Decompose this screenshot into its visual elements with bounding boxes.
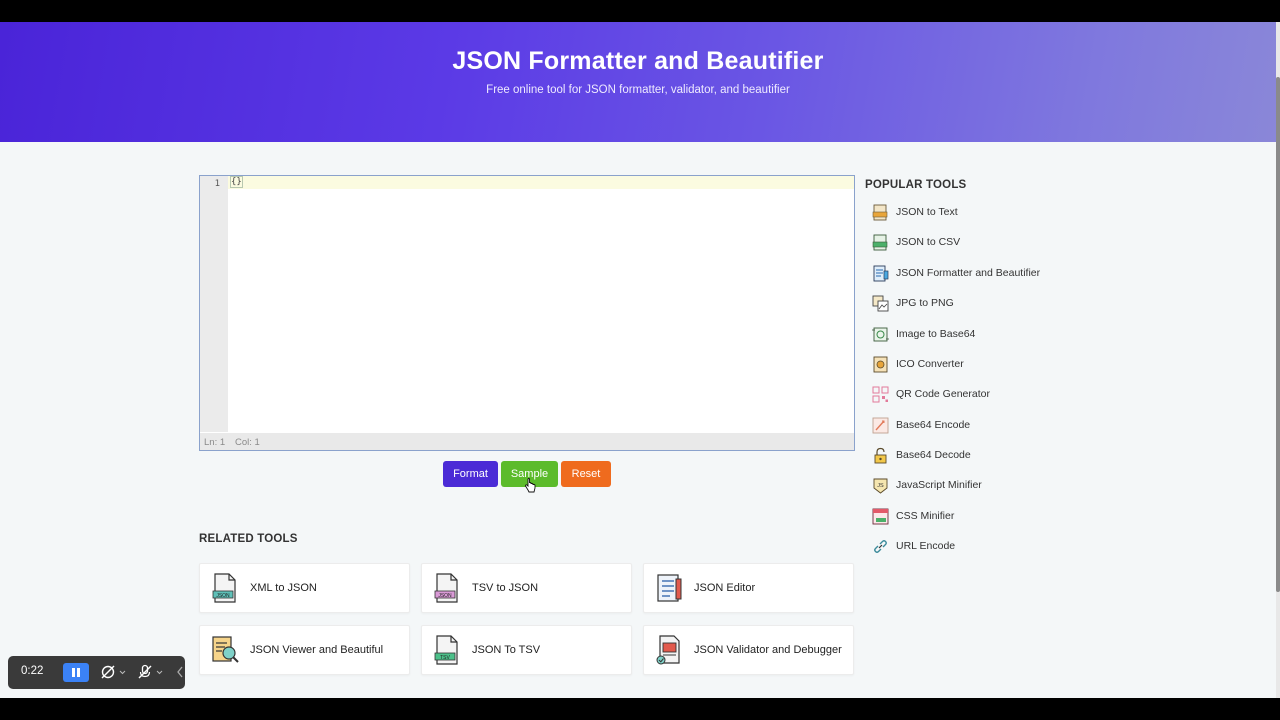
link-icon (874, 540, 887, 553)
tsv-file-icon: TSV (434, 635, 458, 665)
text-file-icon (872, 204, 888, 221)
screen-recorder-toolbar: 0:22 (8, 656, 185, 689)
pause-button[interactable] (63, 663, 89, 682)
svg-text:JS: JS (877, 483, 884, 489)
related-tool-card[interactable]: JSON XML to JSON (199, 563, 410, 613)
related-tool-label: JSON Validator and Debugger (694, 644, 842, 656)
popular-tool-link[interactable]: JSON to CSV (872, 232, 1072, 252)
popular-tool-link[interactable]: URL Encode (872, 536, 1072, 556)
popular-tool-label: JSON to CSV (896, 236, 961, 248)
svg-text:JSON: JSON (438, 593, 452, 599)
popular-tool-link[interactable]: JPG to PNG (872, 293, 1072, 313)
popular-tool-label: CSS Minifier (896, 510, 955, 522)
line-number: 1 (214, 179, 220, 189)
related-tool-card[interactable]: JSON Validator and Debugger (643, 625, 854, 675)
json-file-icon: JSON (434, 573, 458, 603)
page-viewport: JSON Formatter and Beautifier Free onlin… (0, 22, 1280, 698)
qr-code-icon (872, 386, 889, 403)
page-title: JSON Formatter and Beautifier (452, 47, 824, 75)
document-list-icon (657, 574, 682, 602)
popular-tool-label: Image to Base64 (896, 328, 976, 340)
formatter-icon (873, 265, 889, 282)
related-tool-label: XML to JSON (250, 582, 317, 594)
js-icon: JS (873, 478, 888, 494)
related-tool-card[interactable]: TSV JSON To TSV (421, 625, 632, 675)
editor-gutter: 1 (200, 176, 228, 432)
editor-statusbar: Ln: 1 Col: 1 (200, 433, 854, 450)
image-convert-icon (872, 295, 889, 312)
status-column: Col: 1 (235, 437, 260, 448)
popular-tool-label: Base64 Encode (896, 419, 971, 431)
json-file-icon: JSON (212, 573, 236, 603)
popular-tool-label: ICO Converter (896, 358, 964, 370)
page-scrollbar[interactable] (1276, 22, 1280, 698)
camera-off-icon[interactable] (101, 664, 129, 680)
popular-tool-label: URL Encode (896, 540, 956, 552)
popular-tool-label: JPG to PNG (896, 297, 954, 309)
mic-off-icon[interactable] (138, 664, 166, 680)
json-editor[interactable]: 1 {} Ln: 1 Col: 1 (199, 175, 855, 451)
active-line-highlight (228, 176, 854, 189)
ico-icon (873, 356, 888, 373)
hand-pointer-icon (525, 478, 536, 493)
popular-tool-link[interactable]: JSON Formatter and Beautifier (872, 263, 1072, 283)
svg-text:TSV: TSV (440, 655, 450, 661)
related-tool-label: JSON Editor (694, 582, 756, 594)
chevron-left-icon[interactable] (176, 665, 184, 679)
popular-tool-label: QR Code Generator (896, 388, 990, 400)
popular-tool-link[interactable]: Image to Base64 (872, 324, 1072, 344)
page-header: JSON Formatter and Beautifier Free onlin… (0, 22, 1276, 142)
popular-tool-link[interactable]: QR Code Generator (872, 384, 1072, 404)
related-tool-card[interactable]: JSON Editor (643, 563, 854, 613)
page-subtitle: Free online tool for JSON formatter, val… (486, 84, 790, 96)
popular-tool-link[interactable]: Base64 Decode (872, 445, 1072, 465)
related-tool-label: TSV to JSON (472, 582, 539, 594)
popular-tool-link[interactable]: CSS Minifier (872, 506, 1072, 526)
editor-content[interactable]: {} (230, 176, 243, 188)
popular-tool-link[interactable]: JSON to Text (872, 202, 1072, 222)
reset-button[interactable]: Reset (561, 461, 611, 487)
popular-tool-label: Base64 Decode (896, 449, 971, 461)
related-tools-title: RELATED TOOLS (199, 533, 298, 545)
popular-tools-title: POPULAR TOOLS (865, 179, 967, 191)
popular-tool-label: JSON Formatter and Beautifier (896, 267, 1041, 279)
css-icon (872, 508, 889, 525)
popular-tool-link[interactable]: JS JavaScript Minifier (872, 475, 1072, 495)
related-tool-label: JSON Viewer and Beautiful (250, 644, 384, 656)
scrollbar-thumb[interactable] (1276, 77, 1280, 592)
encode-icon (872, 417, 889, 434)
recording-timer: 0:22 (21, 665, 44, 677)
popular-tool-label: JavaScript Minifier (896, 479, 982, 491)
csv-file-icon (872, 234, 888, 251)
unlock-icon (874, 447, 887, 464)
svg-text:JSON: JSON (216, 593, 230, 599)
popular-tool-link[interactable]: Base64 Encode (872, 415, 1072, 435)
image-icon (872, 327, 889, 342)
document-check-icon (656, 635, 680, 665)
related-tool-label: JSON To TSV (472, 644, 541, 656)
format-button[interactable]: Format (443, 461, 498, 487)
related-tool-card[interactable]: JSON TSV to JSON (421, 563, 632, 613)
document-search-icon (212, 636, 239, 663)
popular-tool-label: JSON to Text (896, 206, 958, 218)
popular-tool-link[interactable]: ICO Converter (872, 354, 1072, 374)
editor-text[interactable]: {} (230, 176, 243, 188)
status-line: Ln: 1 (204, 437, 226, 448)
related-tool-card[interactable]: JSON Viewer and Beautiful (199, 625, 410, 675)
